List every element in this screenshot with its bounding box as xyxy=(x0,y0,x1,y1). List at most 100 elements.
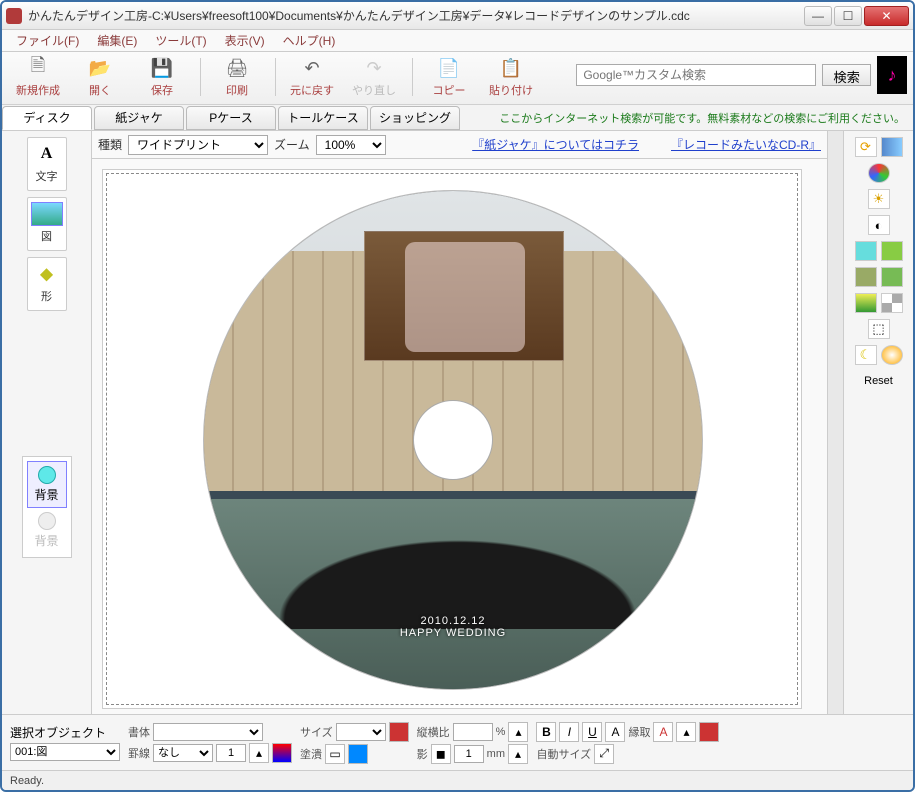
new-button[interactable]: 🗎新規作成 xyxy=(8,56,68,98)
effect-2-icon[interactable] xyxy=(881,241,903,261)
undo-icon: ↶ xyxy=(300,56,324,80)
left-sidebar: A 文字 図 ◆ 形 背景 背景 xyxy=(2,131,92,714)
selection-select[interactable]: 001:図 xyxy=(10,743,120,761)
reset-button[interactable]: Reset xyxy=(864,375,893,387)
menu-edit[interactable]: 編集(E) xyxy=(89,30,145,51)
disc-date: 2010.12.12 xyxy=(204,615,702,627)
undo-button[interactable]: ↶元に戻す xyxy=(282,56,342,98)
redo-button[interactable]: ↷やり直し xyxy=(344,56,404,98)
gradient-icon[interactable] xyxy=(855,293,877,313)
separator xyxy=(200,58,201,96)
options-bar: 種類 ワイドプリント ズーム 100% 『紙ジャケ』についてはコチラ 『レコード… xyxy=(92,131,827,159)
canvas-wrap: 種類 ワイドプリント ズーム 100% 『紙ジャケ』についてはコチラ 『レコード… xyxy=(92,131,827,714)
font-select[interactable] xyxy=(153,723,263,741)
circle-gradient-icon[interactable] xyxy=(881,345,903,365)
tab-tallcase[interactable]: トールケース xyxy=(278,106,368,130)
vertical-scrollbar[interactable] xyxy=(827,131,843,714)
contrast-icon[interactable]: ◐ xyxy=(868,215,890,235)
color-palette-icon[interactable] xyxy=(868,163,890,183)
line-width-stepper[interactable]: ▴ xyxy=(249,743,269,763)
search-input[interactable] xyxy=(576,64,816,86)
italic-button[interactable]: I xyxy=(559,722,579,742)
background-off-button[interactable]: 背景 xyxy=(27,508,67,553)
size-color-button[interactable] xyxy=(389,722,409,742)
line-color-button[interactable] xyxy=(272,743,292,763)
stroke-stepper[interactable]: ▴ xyxy=(676,722,696,742)
image-icon xyxy=(31,202,63,226)
status-bar: Ready. xyxy=(2,770,913,790)
search-button[interactable]: 検索 xyxy=(822,64,871,86)
shape-tool[interactable]: ◆ 形 xyxy=(27,257,67,311)
disc-label[interactable]: 2010.12.12 HAPPY WEDDING xyxy=(203,190,703,690)
background-toolbox: 背景 背景 xyxy=(22,456,72,558)
effect-1-icon[interactable] xyxy=(855,241,877,261)
open-button[interactable]: 📂開く xyxy=(70,56,130,98)
fill-label: 塗潰 xyxy=(300,746,322,762)
link-record-cdr[interactable]: 『レコードみたいなCD-R』 xyxy=(671,136,821,153)
moon-icon[interactable]: ☾ xyxy=(855,345,877,365)
fill-none-button[interactable]: ▭ xyxy=(325,744,345,764)
type-select[interactable]: ワイドプリント xyxy=(128,135,268,155)
tabs-row: ディスク 紙ジャケ Pケース トールケース ショッピング ここからインターネット… xyxy=(2,105,913,131)
bold-button[interactable]: B xyxy=(536,722,556,742)
flip-icon[interactable] xyxy=(881,137,903,157)
close-button[interactable]: ✕ xyxy=(864,6,909,26)
paste-button[interactable]: 📋貼り付け xyxy=(481,56,541,98)
shadow-value-input[interactable] xyxy=(454,745,484,763)
save-button[interactable]: 💾保存 xyxy=(132,56,192,98)
stroke-button[interactable]: A xyxy=(653,722,673,742)
font-color-button[interactable]: A xyxy=(605,722,625,742)
maximize-button[interactable]: ☐ xyxy=(834,6,862,26)
underline-button[interactable]: U xyxy=(582,722,602,742)
ad-banner[interactable]: ♪ xyxy=(877,56,907,94)
print-icon: 🖨 xyxy=(225,56,249,80)
menu-file[interactable]: ファイル(F) xyxy=(8,30,87,51)
sharpen-icon[interactable]: ⬚ xyxy=(868,319,890,339)
tab-disc[interactable]: ディスク xyxy=(2,106,92,130)
shadow-toggle[interactable]: ◼ xyxy=(431,744,451,764)
size-select[interactable] xyxy=(336,723,386,741)
redo-icon: ↷ xyxy=(362,56,386,80)
shadow-stepper[interactable]: ▴ xyxy=(508,744,528,764)
aspect-input[interactable] xyxy=(453,723,493,741)
right-sidebar: ⟳ ☀ ◐ xyxy=(843,131,913,714)
pixel-icon[interactable] xyxy=(881,293,903,313)
minimize-button[interactable]: — xyxy=(804,6,832,26)
photo-gondola xyxy=(254,529,662,629)
tab-shopping[interactable]: ショッピング xyxy=(370,106,460,130)
menu-view[interactable]: 表示(V) xyxy=(217,30,273,51)
tab-pcase[interactable]: Pケース xyxy=(186,106,276,130)
print-button[interactable]: 🖨印刷 xyxy=(207,56,267,98)
disc-caption: 2010.12.12 HAPPY WEDDING xyxy=(204,615,702,639)
stroke-color-button[interactable] xyxy=(699,722,719,742)
brightness-icon[interactable]: ☀ xyxy=(868,189,890,209)
link-paperjacket[interactable]: 『紙ジャケ』についてはコチラ xyxy=(472,136,639,153)
toolbar-right: 検索 ♪ xyxy=(576,56,907,94)
canvas-area[interactable]: 2010.12.12 HAPPY WEDDING xyxy=(92,159,827,714)
tab-paperjacket[interactable]: 紙ジャケ xyxy=(94,106,184,130)
zoom-select[interactable]: 100% xyxy=(316,135,386,155)
line-style-select[interactable]: なし xyxy=(153,744,213,762)
new-icon: 🗎 xyxy=(26,56,50,80)
aspect-label: 縦横比 xyxy=(417,724,450,740)
text-tool[interactable]: A 文字 xyxy=(27,137,67,191)
line-width-input[interactable] xyxy=(216,744,246,762)
image-tool[interactable]: 図 xyxy=(27,197,67,251)
effect-4-icon[interactable] xyxy=(881,267,903,287)
aspect-stepper[interactable]: ▴ xyxy=(508,722,528,742)
separator xyxy=(412,58,413,96)
background-on-button[interactable]: 背景 xyxy=(27,461,67,508)
copy-button[interactable]: 📄コピー xyxy=(419,56,479,98)
menu-help[interactable]: ヘルプ(H) xyxy=(275,30,344,51)
selection-label: 選択オブジェクト xyxy=(10,724,120,741)
selection-info: 選択オブジェクト 001:図 xyxy=(10,724,120,761)
autosize-label: 自動サイズ xyxy=(536,746,591,762)
effect-3-icon[interactable] xyxy=(855,267,877,287)
autosize-button[interactable]: ⤢ xyxy=(594,744,614,764)
search-hint: ここからインターネット検索が可能です。無料素材などの検索にご利用ください。 xyxy=(499,110,913,126)
open-icon: 📂 xyxy=(88,56,112,80)
app-window: かんたんデザイン工房-C:¥Users¥freesoft100¥Document… xyxy=(0,0,915,792)
fill-color-button[interactable] xyxy=(348,744,368,764)
rotate-icon[interactable]: ⟳ xyxy=(855,137,877,157)
menu-tool[interactable]: ツール(T) xyxy=(147,30,214,51)
